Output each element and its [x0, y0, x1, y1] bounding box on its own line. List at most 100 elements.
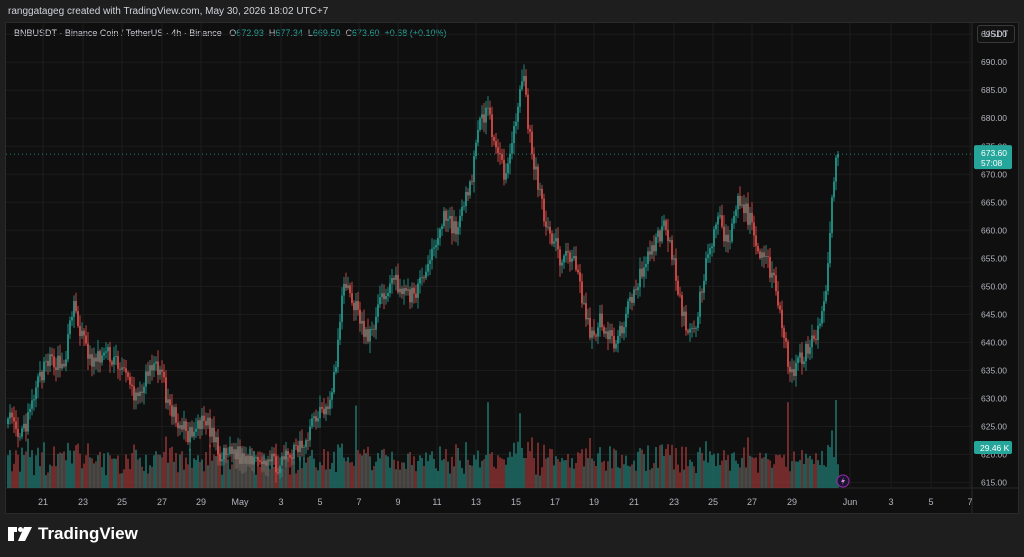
tradingview-logo: TradingView — [8, 524, 138, 544]
volume-bar — [37, 447, 39, 488]
candle-body — [297, 445, 299, 453]
volume-bar — [765, 453, 767, 488]
volume-bar — [25, 451, 27, 488]
candle-body — [99, 351, 101, 363]
volume-bar — [197, 455, 199, 488]
candle-body — [191, 427, 193, 437]
candle-body — [575, 256, 577, 270]
volume-bar — [151, 466, 153, 488]
candle-body — [627, 301, 629, 314]
volume-bar — [721, 460, 723, 488]
candle-body — [589, 317, 591, 338]
volume-bar — [673, 469, 675, 488]
x-tick-label: 29 — [196, 497, 206, 507]
x-tick-label: 27 — [157, 497, 167, 507]
candle-body — [547, 226, 549, 228]
volume-bar — [465, 442, 467, 488]
y-tick-label: 615.00 — [981, 477, 1007, 487]
volume-bar — [755, 457, 757, 488]
candle-body — [337, 339, 339, 368]
candle-body — [711, 246, 713, 249]
candle-body — [313, 416, 315, 419]
volume-bar — [259, 466, 261, 488]
x-tick-label: 11 — [432, 497, 441, 507]
volume-bar — [577, 452, 579, 488]
volume-bar — [113, 458, 115, 488]
volume-bar — [463, 473, 465, 488]
candle-body — [101, 355, 103, 363]
candle-body — [773, 272, 775, 276]
x-tick-label: 21 — [629, 497, 639, 507]
y-tick-label: 655.00 — [981, 253, 1007, 263]
candle-body — [239, 446, 241, 464]
candle-body — [87, 343, 89, 359]
volume-bar — [697, 452, 699, 488]
volume-bar — [321, 465, 323, 488]
candle-body — [807, 343, 809, 354]
volume-bar — [739, 467, 741, 488]
candle-body — [393, 278, 395, 280]
volume-bar — [79, 453, 81, 488]
candle-body — [591, 330, 593, 338]
candle-body — [753, 222, 755, 236]
candle-body — [615, 343, 617, 349]
volume-bar — [357, 450, 359, 488]
x-tick-label: 29 — [787, 497, 797, 507]
candle-body — [539, 188, 541, 190]
volume-bar — [535, 474, 537, 488]
volume-bar — [39, 466, 41, 488]
candle-body — [515, 121, 517, 127]
volume-bar — [313, 458, 315, 488]
volume-bar — [295, 473, 297, 488]
candle-body — [93, 357, 95, 367]
volume-bar — [377, 453, 379, 488]
volume-bar — [611, 468, 613, 488]
candle-body — [485, 107, 487, 123]
candle-body — [637, 287, 639, 291]
candle-body — [319, 406, 321, 419]
candle-body — [535, 166, 537, 170]
candle-body — [389, 283, 391, 294]
volume-bar — [167, 462, 169, 488]
volume-bar — [325, 469, 327, 488]
volume-bar — [827, 445, 829, 488]
candle-body — [683, 311, 685, 316]
volume-bar — [7, 455, 9, 488]
volume-bar — [505, 464, 507, 488]
volume-bar — [399, 469, 401, 488]
candle-body — [471, 181, 473, 183]
candle-body — [403, 288, 405, 295]
volume-bar — [601, 462, 603, 488]
volume-bar — [415, 471, 417, 488]
candle-body — [493, 137, 495, 141]
candle-body — [517, 106, 519, 122]
volume-bar — [715, 466, 717, 488]
volume-bar — [117, 455, 119, 488]
candle-body — [601, 313, 603, 328]
candlestick-chart[interactable]: 615.00620.00625.00630.00635.00640.00645.… — [0, 0, 1024, 557]
candle-body — [527, 94, 529, 129]
candle-body — [609, 330, 611, 340]
volume-bar — [461, 467, 463, 488]
candle-body — [465, 192, 467, 207]
candle-body — [541, 188, 543, 199]
candle-body — [487, 107, 489, 109]
volume-bar — [69, 450, 71, 488]
candle-body — [731, 223, 733, 242]
candle-body — [431, 248, 433, 261]
volume-bar — [119, 473, 121, 488]
y-tick-label: 665.00 — [981, 197, 1007, 207]
volume-bar — [791, 461, 793, 488]
candle-body — [397, 274, 399, 293]
candle-body — [187, 431, 189, 443]
volume-bar — [557, 459, 559, 488]
candle-body — [595, 335, 597, 337]
volume-bar — [317, 470, 319, 488]
candle-body — [427, 263, 429, 272]
volume-bar — [613, 448, 615, 488]
candle-body — [103, 352, 105, 356]
volume-bar — [107, 452, 109, 488]
volume-bar — [669, 455, 671, 488]
volume-bar — [543, 444, 545, 488]
candle-body — [463, 206, 465, 207]
